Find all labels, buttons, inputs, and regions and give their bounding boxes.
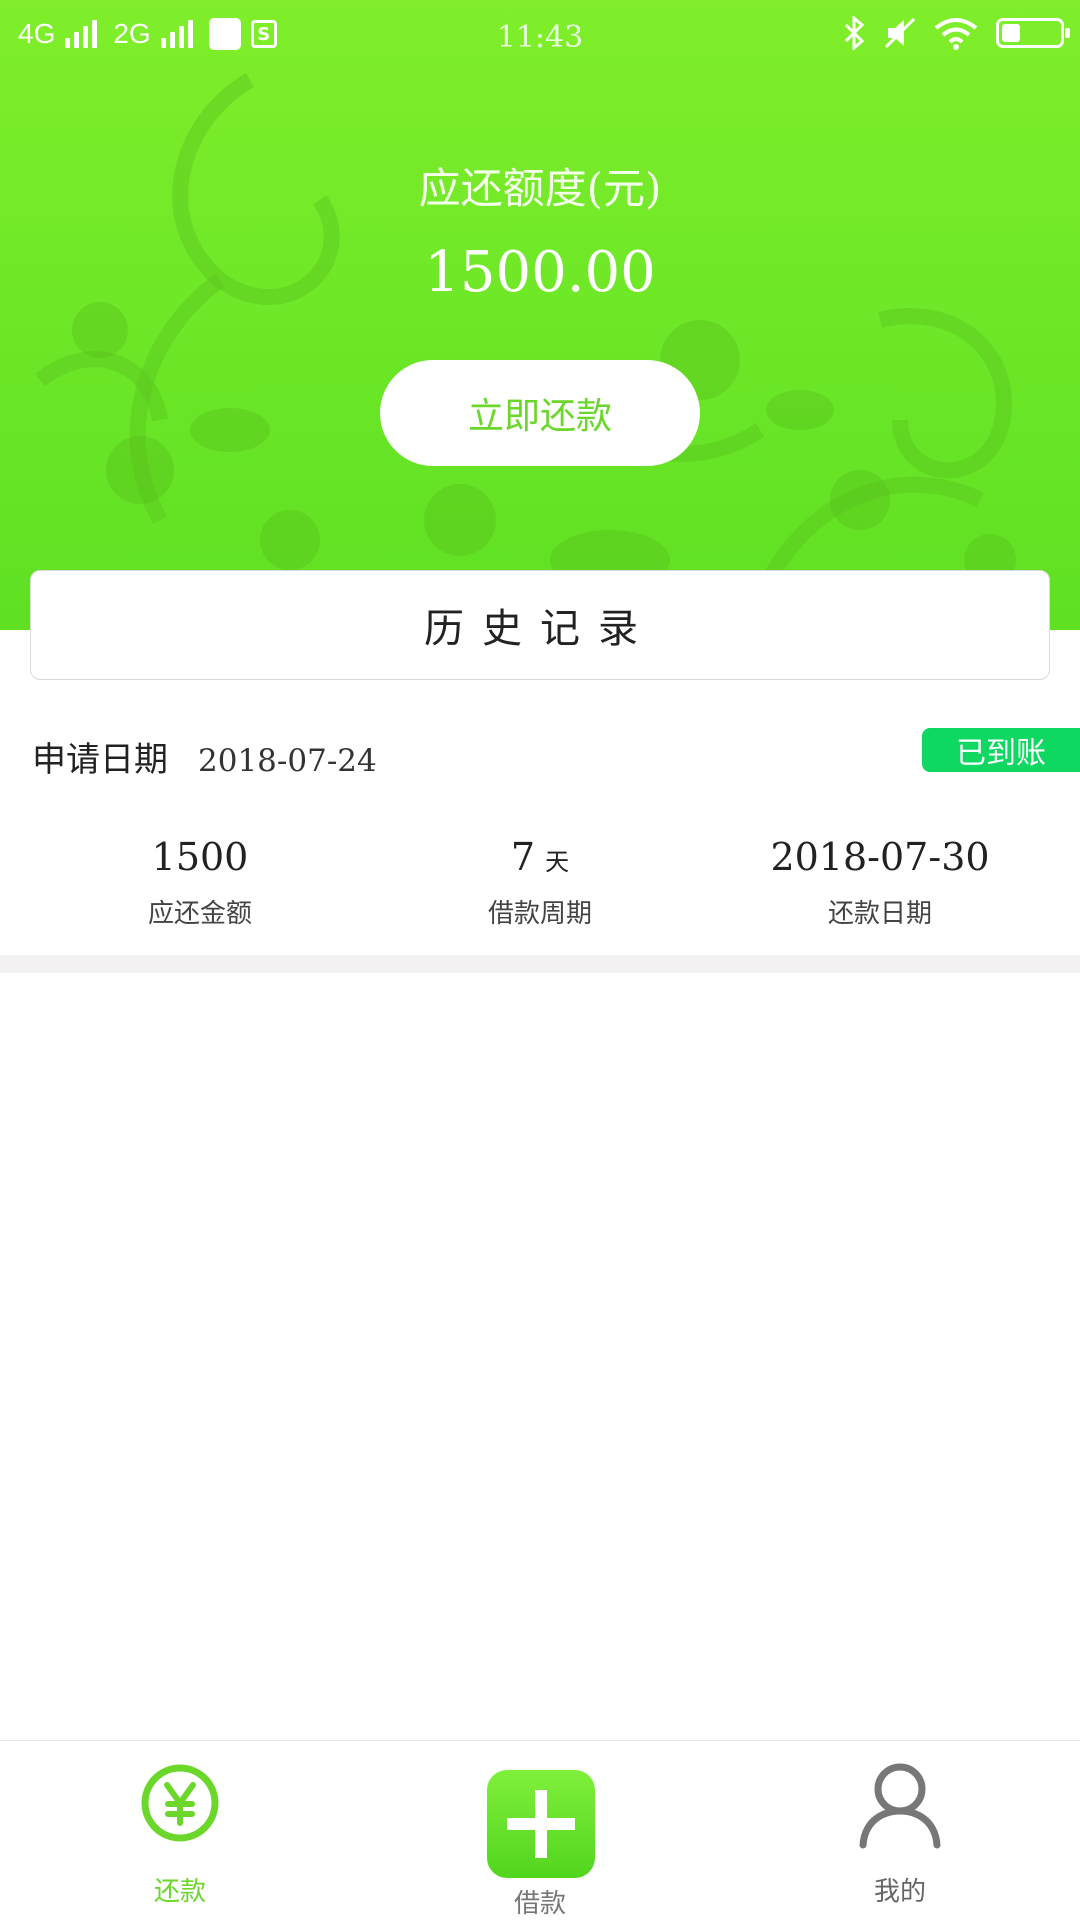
stat-period: 7天 借款周期 <box>360 835 720 930</box>
period-label: 借款周期 <box>487 899 592 929</box>
history-title: 历史记录 <box>424 606 656 652</box>
bottom-tab-bar: 还款 借款 我的 <box>0 1740 1080 1921</box>
battery-icon <box>996 18 1070 48</box>
stat-due-date: 2018-07-30 还款日期 <box>700 835 1060 930</box>
due-date-value: 2018-07-30 <box>770 835 990 879</box>
due-amount-value: 1500.00 <box>424 240 656 305</box>
status-bar: 4G 2G S 11:43 <box>0 0 1080 78</box>
stat-amount: 1500 应还金额 <box>20 835 380 930</box>
due-date-label: 还款日期 <box>827 899 932 929</box>
apply-date-label: 申请日期 <box>32 740 168 780</box>
bluetooth-icon <box>844 16 865 50</box>
amount-label: 应还金额 <box>147 899 252 929</box>
wifi-icon <box>934 18 978 50</box>
amount-value: 1500 <box>151 835 249 879</box>
loan-record: 申请日期 2018-07-24 已到账 1500 应还金额 7天 借款周期 20… <box>0 710 1080 955</box>
plus-icon <box>487 1770 595 1878</box>
mute-icon <box>884 17 916 49</box>
history-title-card[interactable]: 历史记录 <box>30 570 1050 680</box>
period-unit: 天 <box>545 848 570 876</box>
user-icon <box>859 1763 941 1849</box>
header-banner: 4G 2G S 11:43 应还额度(元) 1500.00 立即还款 <box>0 0 1080 630</box>
tab-borrow-label: 借款 <box>513 1889 566 1919</box>
yuan-circle-icon <box>141 1764 219 1842</box>
apply-date-value: 2018-07-24 <box>198 743 377 779</box>
tab-repay-label: 还款 <box>153 1877 206 1907</box>
floral-background <box>35 73 1016 603</box>
tab-mine-label: 我的 <box>873 1877 926 1907</box>
due-amount-label: 应还额度(元) <box>418 164 662 213</box>
status-badge: 已到账 <box>922 728 1080 772</box>
section-divider <box>0 955 1080 973</box>
repay-now-button[interactable]: 立即还款 <box>380 360 700 466</box>
period-value: 7 <box>510 835 536 879</box>
